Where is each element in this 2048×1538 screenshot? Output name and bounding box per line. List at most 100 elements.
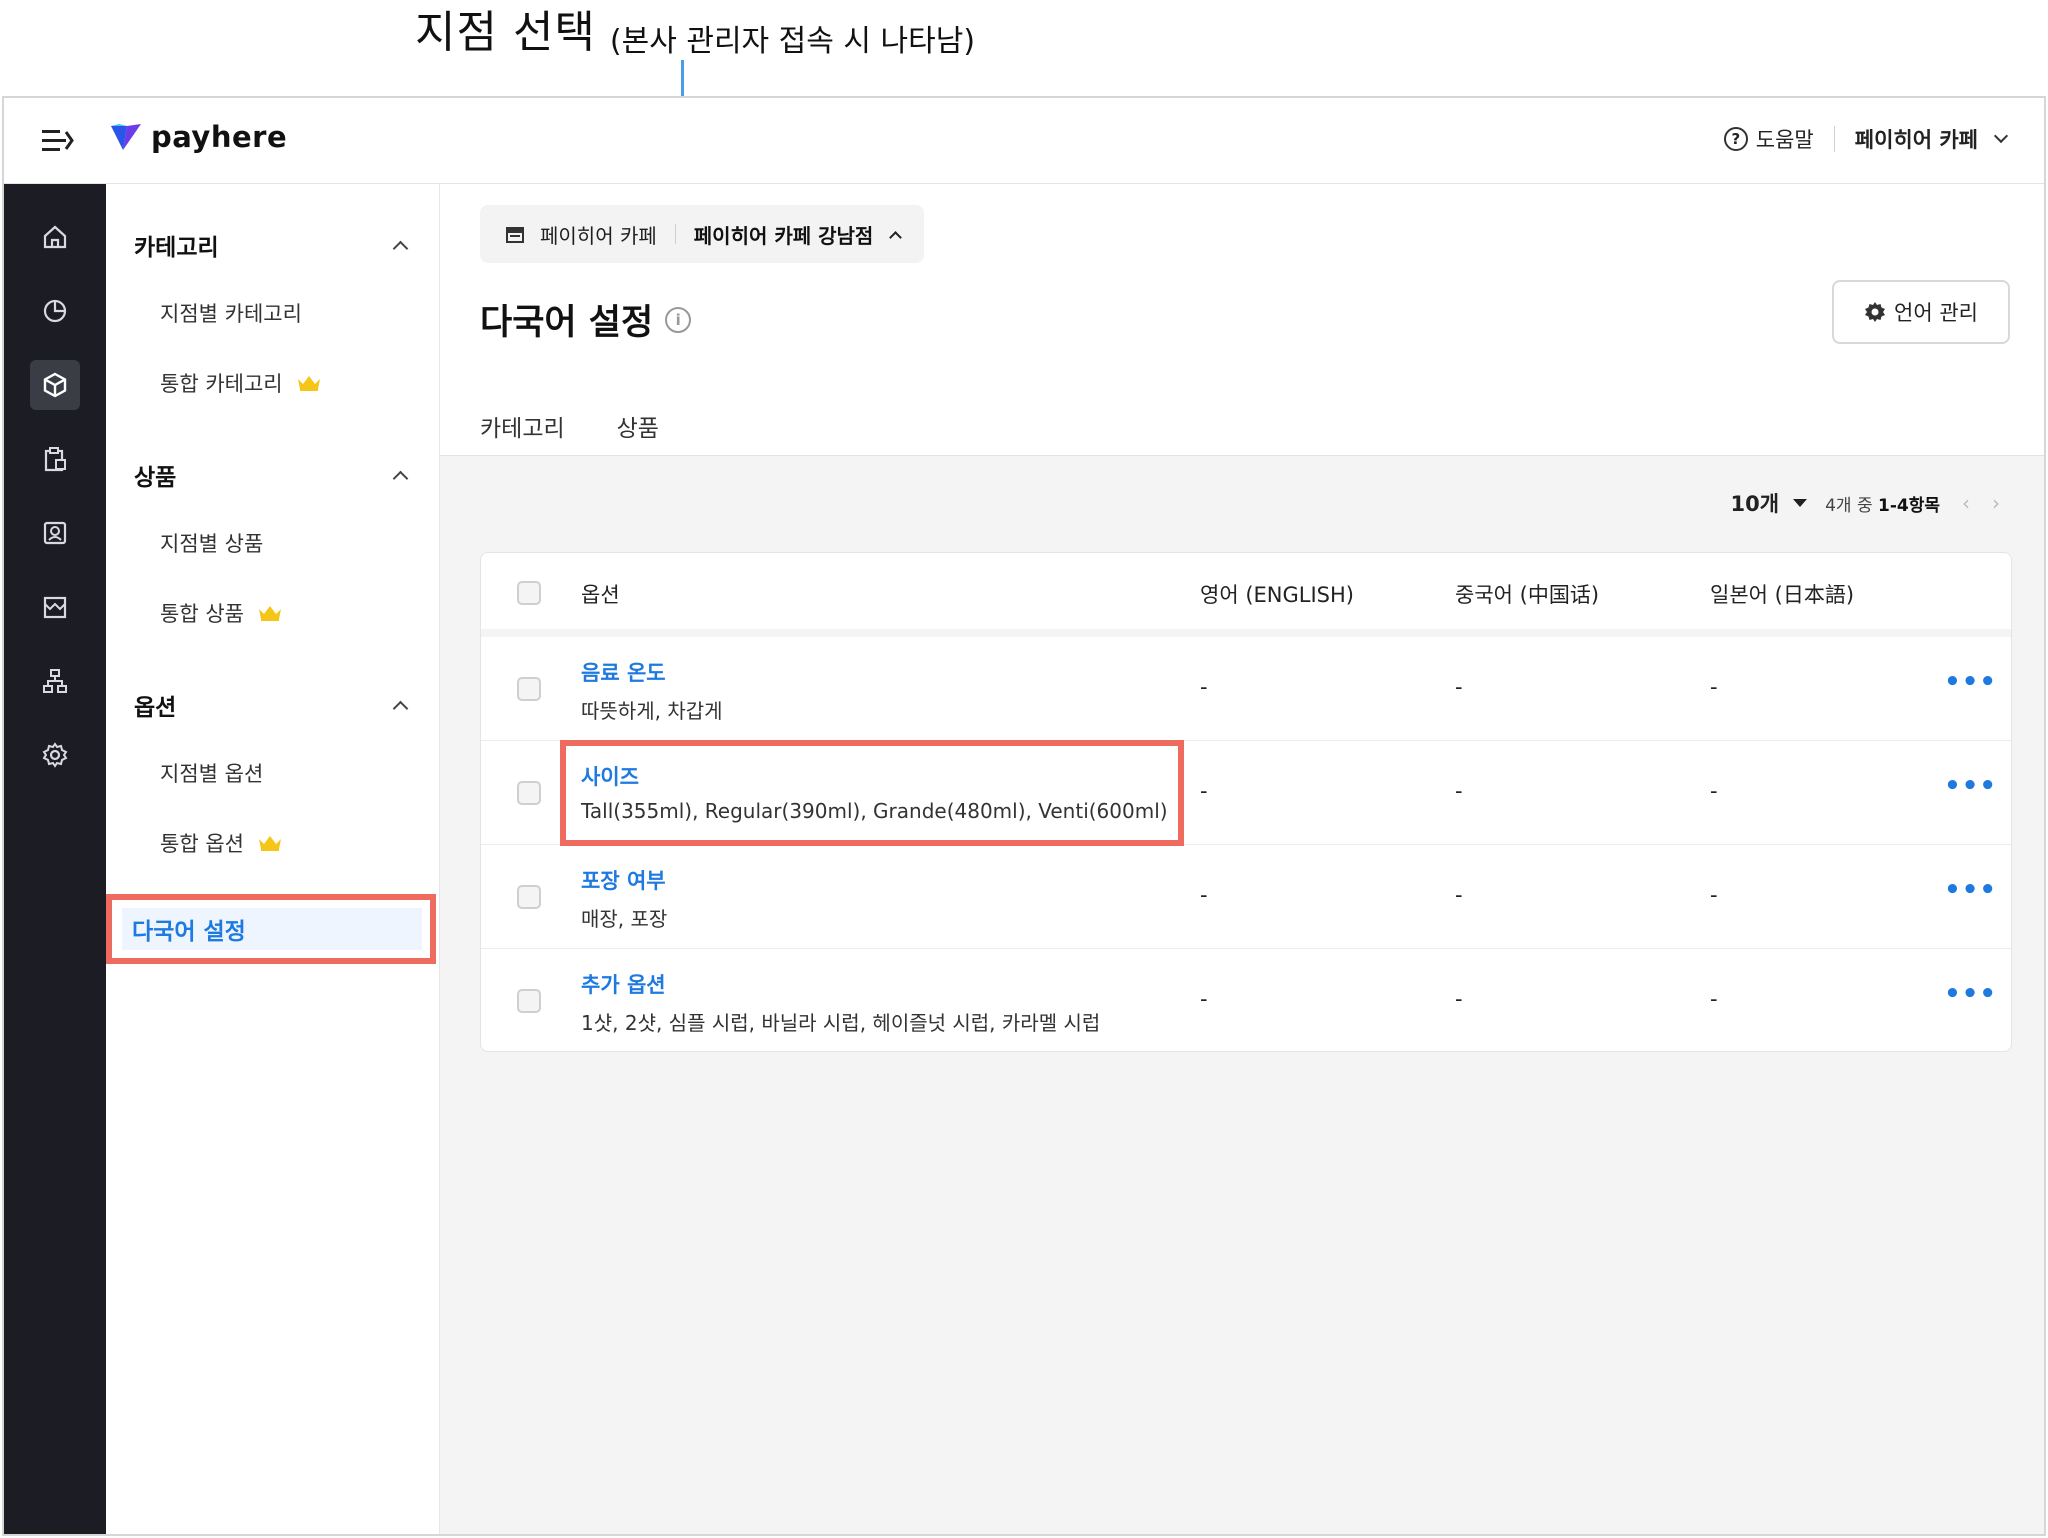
page-range: 4개 중 1-4항목 <box>1825 491 1940 516</box>
caret-down-icon[interactable] <box>1793 499 1808 507</box>
clipboard-icon <box>44 447 66 472</box>
help-icon: ? <box>1723 127 1748 151</box>
sub-navigation: 카테고리 지점별 카테고리 통합 카테고리 상품 지점별 상품 통합 상품 옵션… <box>106 184 440 1534</box>
english-value: - <box>1200 883 1208 907</box>
chart-icon <box>43 299 67 323</box>
rail-settings[interactable] <box>30 730 80 780</box>
highlight-box <box>560 740 1184 846</box>
sidebar-item-multilanguage[interactable]: 다국어 설정 <box>106 894 436 964</box>
menu-toggle-icon[interactable] <box>40 126 74 156</box>
sidebar-item-label: 지점별 상품 <box>160 532 264 556</box>
page-size-select[interactable]: 10개 <box>1731 488 1780 518</box>
page-title: 다국어 설정 i <box>480 294 692 345</box>
top-header: payhere ? 도움말 페이히어 카페 <box>4 98 2044 184</box>
next-page-icon[interactable]: › <box>1992 491 2000 515</box>
rail-organization[interactable] <box>30 656 80 706</box>
crown-icon <box>258 836 281 851</box>
range-value: 1-4항목 <box>1878 495 1940 516</box>
col-chinese: 중국어 (中国话) <box>1455 583 1600 607</box>
branch-selector[interactable]: 페이히어 카페 페이히어 카페 강남점 <box>480 205 925 263</box>
main-header: 페이히어 카페 페이히어 카페 강남점 다국어 설정 i 언어 관리 카테고리 … <box>440 184 2044 456</box>
logo[interactable]: payhere <box>109 120 287 154</box>
section-category[interactable]: 카테고리 <box>134 228 414 262</box>
row-checkbox[interactable] <box>517 989 541 1013</box>
app-window: payhere ? 도움말 페이히어 카페 카테고리 지점별 카테고리 통합 카… <box>2 96 2046 1536</box>
english-value: - <box>1200 779 1208 803</box>
section-option[interactable]: 옵션 <box>134 688 414 722</box>
japanese-value: - <box>1710 675 1718 699</box>
table-header: 옵션 영어 (ENGLISH) 중국어 (中国话) 일본어 (日本語) <box>481 553 2011 637</box>
chevron-up-icon <box>392 700 409 716</box>
store-icon <box>506 227 524 243</box>
prev-page-icon[interactable]: ‹ <box>1962 491 1970 515</box>
crown-icon <box>297 376 320 391</box>
sidebar-item-integrated-option[interactable]: 통합 옵션 <box>160 828 282 858</box>
rail-home[interactable] <box>30 212 80 262</box>
rail-analytics[interactable] <box>30 286 80 336</box>
sidebar-item-label: 다국어 설정 <box>122 908 422 950</box>
row-checkbox[interactable] <box>517 781 541 805</box>
chevron-up-icon <box>392 470 409 486</box>
option-name-link[interactable]: 포장 여부 <box>581 865 666 895</box>
table-row: 추가 옵션 1샷, 2샷, 심플 시럽, 바닐라 시럽, 헤이즐넛 시럽, 카라… <box>481 949 2011 1051</box>
gear-icon <box>42 742 68 768</box>
col-english: 영어 (ENGLISH) <box>1200 583 1354 607</box>
profile-icon <box>43 521 67 545</box>
help-label: 도움말 <box>1755 128 1814 152</box>
box-icon <box>43 372 67 398</box>
logo-text: payhere <box>151 120 288 154</box>
section-product[interactable]: 상품 <box>134 458 414 492</box>
japanese-value: - <box>1710 883 1718 907</box>
payhere-logo-icon <box>111 124 141 150</box>
info-icon[interactable]: i <box>665 306 692 333</box>
branch-parent: 페이히어 카페 <box>540 223 657 248</box>
option-name-link[interactable]: 추가 옵션 <box>581 969 666 999</box>
sidebar-item-label: 통합 카테고리 <box>160 372 283 396</box>
language-manage-button[interactable]: 언어 관리 <box>1832 280 2010 344</box>
option-name-link[interactable]: 음료 온도 <box>581 657 666 687</box>
store-selector[interactable]: 페이히어 카페 <box>1854 124 2009 154</box>
select-all-checkbox[interactable] <box>517 581 541 605</box>
annotation: 지점 선택 (본사 관리자 접속 시 나타남) <box>415 0 975 96</box>
sidebar-item-integrated-category[interactable]: 통합 카테고리 <box>160 368 321 398</box>
sidebar-item-branch-category[interactable]: 지점별 카테고리 <box>160 298 302 328</box>
sidebar-item-label: 통합 옵션 <box>160 832 244 856</box>
tab-product[interactable]: 상품 <box>617 409 659 443</box>
more-icon[interactable]: ••• <box>1944 875 1997 905</box>
section-title: 상품 <box>134 465 177 491</box>
sidebar-item-branch-option[interactable]: 지점별 옵션 <box>160 758 263 788</box>
main-content: 10개 4개 중 1-4항목 ‹ › 옵션 영어 (ENGLISH) 중국어 (… <box>440 456 2044 1534</box>
more-icon[interactable]: ••• <box>1944 667 1997 697</box>
table-row: 음료 온도 따뜻하게, 차갑게 - - - ••• <box>481 637 2011 741</box>
section-title: 옵션 <box>134 695 177 721</box>
store-selector-label: 페이히어 카페 <box>1854 128 1978 152</box>
help-button[interactable]: ? 도움말 <box>1723 124 1814 154</box>
header-actions: ? 도움말 페이히어 카페 <box>1723 124 2009 154</box>
branch-divider <box>674 224 676 244</box>
sidebar-item-integrated-product[interactable]: 통합 상품 <box>160 598 282 628</box>
chinese-value: - <box>1455 987 1463 1011</box>
chevron-up-icon <box>889 230 903 244</box>
row-checkbox[interactable] <box>517 885 541 909</box>
tab-category[interactable]: 카테고리 <box>480 409 565 443</box>
org-icon <box>43 669 67 693</box>
rail-store[interactable] <box>30 582 80 632</box>
annotation-title: 지점 선택 <box>415 7 596 58</box>
english-value: - <box>1200 987 1208 1011</box>
more-icon[interactable]: ••• <box>1944 979 1997 1009</box>
gear-icon <box>1865 302 1886 322</box>
rail-customers[interactable] <box>30 508 80 558</box>
row-checkbox[interactable] <box>517 677 541 701</box>
rail-inventory[interactable] <box>30 434 80 484</box>
annotation-subtitle: (본사 관리자 접속 시 나타남) <box>609 24 976 59</box>
chinese-value: - <box>1455 779 1463 803</box>
sidebar-item-branch-product[interactable]: 지점별 상품 <box>160 528 263 558</box>
range-prefix: 4개 중 <box>1825 495 1873 516</box>
tab-bar: 카테고리 상품 <box>480 396 711 456</box>
more-icon[interactable]: ••• <box>1944 771 1997 801</box>
option-values: 매장, 포장 <box>581 907 668 931</box>
rail-products[interactable] <box>30 360 80 410</box>
home-icon <box>43 225 67 249</box>
sidebar-item-label: 지점별 옵션 <box>160 762 264 786</box>
english-value: - <box>1200 675 1208 699</box>
